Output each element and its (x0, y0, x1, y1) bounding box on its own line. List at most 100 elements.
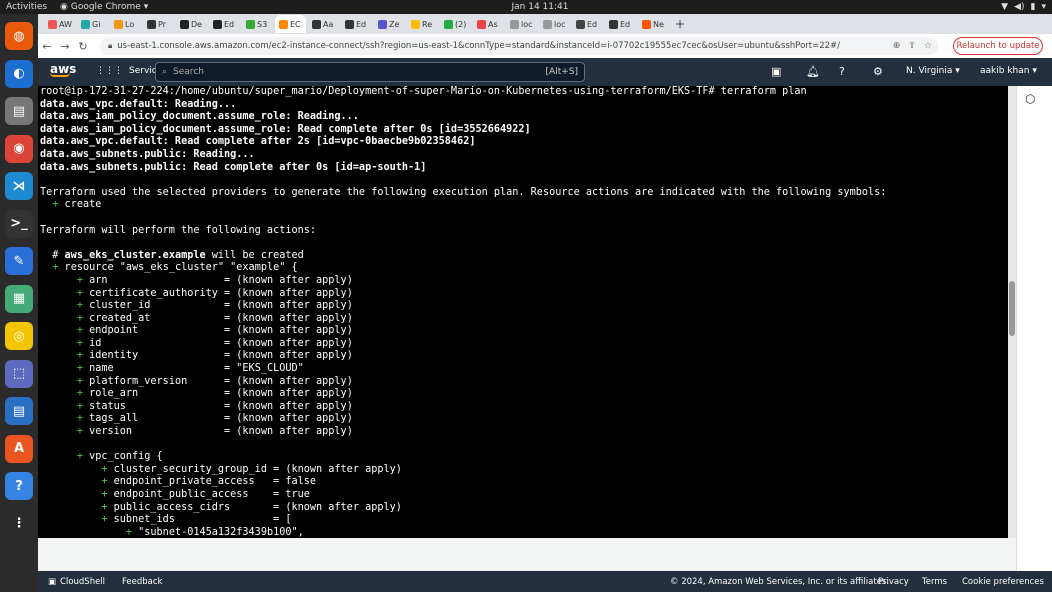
cookie-preferences-link[interactable]: Cookie preferences (962, 577, 1044, 587)
settings-hex-icon[interactable]: ⬡ (1025, 92, 1035, 106)
vscode-icon[interactable]: ⋊ (5, 172, 33, 200)
browser-tab[interactable]: Pr (143, 15, 174, 33)
browser-tab[interactable]: AW (44, 15, 75, 33)
browser-tab[interactable]: Ze (374, 15, 405, 33)
feedback-link[interactable]: Feedback (122, 577, 162, 587)
rhythmbox-icon[interactable]: ◎ (5, 322, 33, 350)
terminal-line: # aws_eks_cluster.example will be create… (40, 250, 1008, 263)
terminal-icon[interactable]: >_ (5, 209, 33, 238)
terminal-line: + platform_version = (known after apply) (40, 376, 1008, 389)
tab-favicon-icon (114, 19, 123, 29)
url-bar[interactable]: 🔒︎ us-east-1.console.aws.amazon.com/ec2-… (100, 37, 938, 55)
cloudshell-footer-button[interactable]: ▣ CloudShell (48, 577, 105, 587)
settings-gear-icon[interactable]: ⚙ (873, 65, 883, 78)
url-text: us-east-1.console.aws.amazon.com/ec2-ins… (117, 41, 841, 51)
cloudshell-icon[interactable]: ▣ (771, 65, 781, 78)
thunderbird-icon[interactable]: ◐ (5, 59, 33, 88)
writer-icon[interactable]: ▤ (5, 397, 33, 425)
terminal-line: + tags_all = (known after apply) (40, 413, 1008, 426)
tab-label: Aa (323, 19, 334, 29)
help-icon[interactable]: ? (839, 65, 845, 78)
screenshot-icon[interactable]: ▦ (5, 284, 33, 313)
screen-capture-icon[interactable]: ⬚ (5, 359, 33, 388)
firefox-icon[interactable]: ◍ (5, 22, 33, 50)
tab-label: Pr (158, 19, 166, 29)
browser-tab[interactable]: Ed (572, 15, 603, 33)
tab-favicon-icon (444, 19, 453, 29)
terminal-line: + vpc_config { (40, 451, 1008, 464)
text-editor-icon[interactable]: ✎ (5, 247, 33, 275)
files-icon[interactable]: ▤ (5, 97, 33, 125)
activities-button[interactable]: Activities (6, 2, 47, 12)
search-placeholder: Search (173, 67, 204, 77)
grid-icon: ⋮⋮⋮ (96, 66, 123, 76)
relaunch-to-update-button[interactable]: Relaunch to update (953, 37, 1043, 55)
share-icon[interactable]: ⇪ (908, 41, 916, 51)
terminal-scrollbar[interactable] (1008, 86, 1016, 538)
browser-tab[interactable]: Gi (77, 15, 108, 33)
browser-tab[interactable]: Ne (638, 15, 669, 33)
clock[interactable]: Jan 14 11:41 (500, 2, 580, 12)
browser-tab[interactable]: S3 (242, 15, 273, 33)
account-menu[interactable]: aakib khan ▾ (980, 66, 1037, 76)
browser-tab[interactable]: Ed (605, 15, 636, 33)
browser-tab[interactable]: Lo (110, 15, 141, 33)
terminal-line: data.aws_vpc.default: Reading... (40, 98, 237, 110)
scrollbar-thumb[interactable] (1009, 281, 1015, 336)
forward-icon[interactable]: → (56, 40, 74, 53)
search-input[interactable]: ⌕ Search [Alt+S] (155, 62, 585, 82)
tab-favicon-icon (378, 19, 387, 29)
chrome-small-icon: ◉ (60, 2, 68, 12)
new-tab-icon[interactable]: + (675, 17, 685, 31)
browser-tab[interactable]: Re (407, 15, 438, 33)
apps-grid-icon[interactable]: ⋮ (5, 509, 33, 538)
line-text: endpoint = (known after apply) (82, 325, 353, 337)
tab-favicon-icon (576, 19, 585, 29)
reload-icon[interactable]: ↻ (74, 40, 92, 53)
browser-tab[interactable]: EC (275, 15, 306, 33)
browser-tab[interactable]: Ed (341, 15, 372, 33)
terminal-line: root@ip-172-31-27-224:/home/ubuntu/super… (40, 86, 807, 97)
system-tray[interactable]: ▼ ◀) ▮ ▾ (1001, 2, 1046, 12)
address-row: ← → ↻ 🔒︎ us-east-1.console.aws.amazon.co… (38, 34, 1052, 58)
browser-tab[interactable]: (2) (440, 15, 471, 33)
privacy-link[interactable]: Privacy (878, 577, 909, 587)
cloudshell-footer-icon: ▣ (48, 576, 57, 587)
terminal-output[interactable]: root@ip-172-31-27-224:/home/ubuntu/super… (38, 86, 1008, 538)
back-icon[interactable]: ← (38, 40, 56, 53)
app-center-icon[interactable]: A (5, 434, 33, 463)
line-text: vpc_config { (82, 451, 163, 463)
zoom-icon[interactable]: ⊕ (893, 41, 901, 51)
help-icon[interactable]: ? (5, 472, 33, 500)
browser-tab[interactable]: loc (506, 15, 537, 33)
region-selector[interactable]: N. Virginia ▾ (906, 66, 960, 76)
terms-link[interactable]: Terms (922, 577, 947, 587)
line-text: create (58, 199, 102, 211)
browser-tab[interactable]: Aa (308, 15, 339, 33)
active-app-menu[interactable]: ◉ Google Chrome ▾ (60, 2, 148, 12)
tab-label: Re (422, 19, 433, 29)
line-text: name = "EKS_CLOUD" (82, 363, 304, 375)
aws-logo[interactable]: aws (50, 62, 76, 77)
copyright-text: © 2024, Amazon Web Services, Inc. or its… (670, 576, 890, 587)
line-text: identity = (known after apply) (82, 350, 353, 362)
browser-tab[interactable]: loc (539, 15, 570, 33)
aws-logo-text: aws (50, 62, 77, 76)
browser-tab[interactable]: Ed (209, 15, 240, 33)
chrome-icon[interactable]: ◉ (5, 134, 33, 163)
notifications-bell-icon[interactable]: 🔔︎ (806, 65, 820, 78)
browser-tab[interactable]: As (473, 15, 504, 33)
active-app-name: Google Chrome (70, 2, 141, 12)
browser-tab[interactable]: De (176, 15, 207, 33)
tab-label: loc (521, 19, 533, 29)
bookmark-star-icon[interactable]: ☆ (924, 41, 932, 51)
network-icon: ▼ (1001, 2, 1009, 12)
